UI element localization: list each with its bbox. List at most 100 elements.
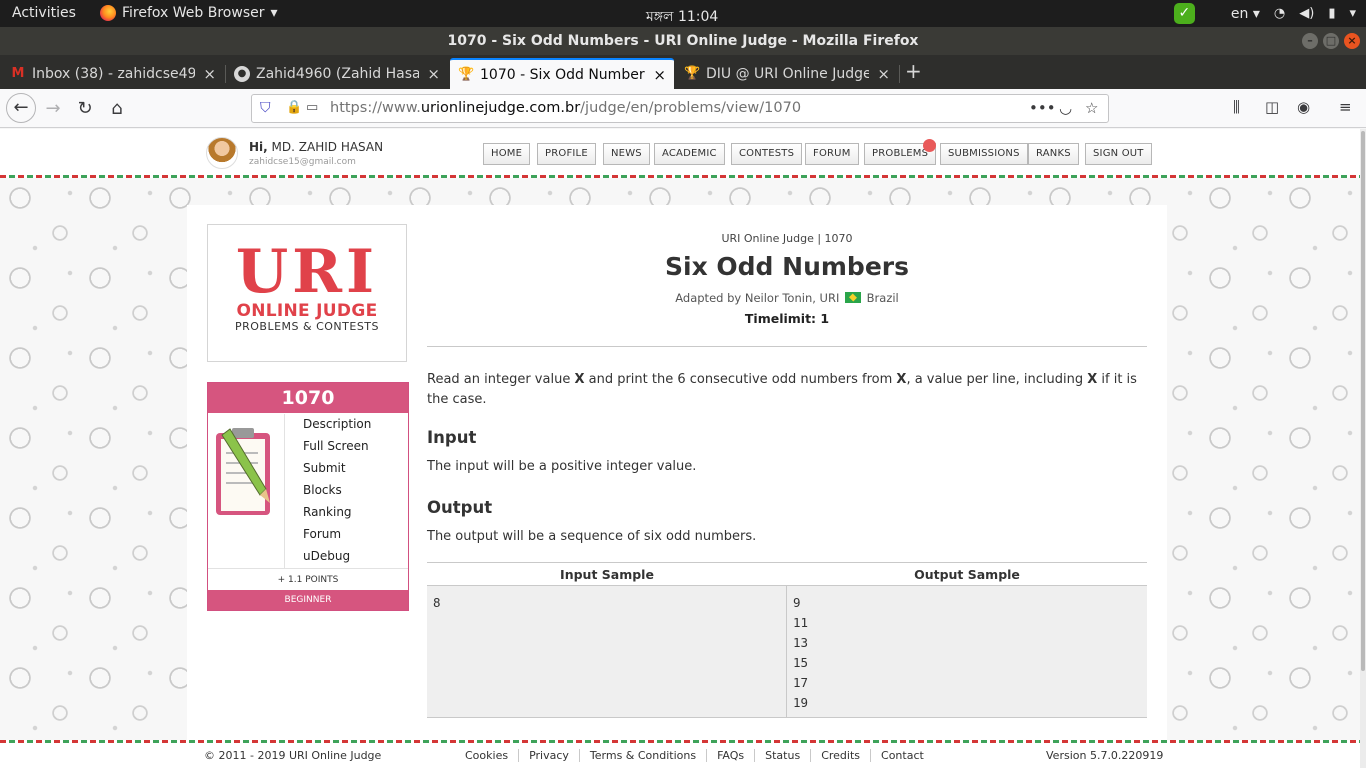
problem-description: Read an integer value X and print the 6 … <box>427 372 1137 407</box>
version-label: Version 5.7.0.220919 <box>1046 749 1164 762</box>
gmail-icon: M <box>11 65 25 81</box>
link-ranking[interactable]: Ranking <box>303 504 371 526</box>
brazil-flag-icon <box>845 292 861 303</box>
menu-home[interactable]: HOME <box>483 143 531 165</box>
forward-button[interactable]: → <box>40 96 66 122</box>
permissions-icon[interactable]: ▭ <box>306 100 318 115</box>
close-window-button[interactable]: × <box>1344 33 1360 49</box>
sidebar-icon[interactable]: ◫ <box>1265 98 1279 116</box>
notification-badge <box>923 139 936 152</box>
tab-gmail[interactable]: M Inbox (38) - zahidcse4960 × <box>2 58 224 89</box>
page-title: Six Odd Numbers <box>665 252 909 281</box>
reload-button[interactable]: ↻ <box>72 96 98 122</box>
app-menu-label: Firefox Web Browser <box>122 5 265 21</box>
footer-link-credits[interactable]: Credits <box>810 749 870 762</box>
menu-contests[interactable]: CONTESTS <box>731 143 803 165</box>
tab-label: 1070 - Six Odd Numbers <box>480 66 646 83</box>
output-sample-header: Output Sample <box>914 567 1020 582</box>
user-email: zahidcse15@gmail.com <box>249 157 356 167</box>
link-description[interactable]: Description <box>303 416 371 438</box>
system-top-bar: Activities Firefox Web Browser ▾ মঙ্গল 1… <box>0 0 1366 27</box>
close-icon[interactable]: × <box>427 65 440 83</box>
footer-link-terms[interactable]: Terms & Conditions <box>578 749 706 762</box>
menu-forum[interactable]: FORUM <box>805 143 859 165</box>
menu-submissions[interactable]: SUBMISSIONS <box>940 143 1028 165</box>
footer-link-faqs[interactable]: FAQs <box>706 749 754 762</box>
clipboard-pencil-icon <box>216 428 270 515</box>
url-path: /judge/en/problems/view/1070 <box>580 100 802 116</box>
footer-link-cookies[interactable]: Cookies <box>465 749 518 762</box>
link-forum[interactable]: Forum <box>303 526 371 548</box>
footer-link-contact[interactable]: Contact <box>870 749 934 762</box>
uri-logo[interactable]: URI ONLINE JUDGE PROBLEMS & CONTESTS <box>207 224 407 362</box>
url-text[interactable]: https://www.urionlinejudge.com.br/judge/… <box>330 100 801 116</box>
activities-button[interactable]: Activities <box>12 5 76 21</box>
library-icon[interactable]: ⫼ <box>1233 98 1240 116</box>
author-line: Adapted by Neilor Tonin, URI Brazil <box>427 291 1147 305</box>
app-menu[interactable]: Firefox Web Browser ▾ <box>100 5 278 21</box>
tracking-shield-icon[interactable]: ⛉ <box>260 100 271 116</box>
menu-academic[interactable]: ACADEMIC <box>654 143 725 165</box>
logo-online-judge-text: ONLINE JUDGE <box>236 301 378 321</box>
link-udebug[interactable]: uDebug <box>303 548 371 570</box>
input-sample: 8 <box>433 595 441 610</box>
window-title: 1070 - Six Odd Numbers - URI Online Judg… <box>447 33 919 49</box>
page-actions-icon[interactable]: ••• <box>1029 99 1056 117</box>
menu-ranks[interactable]: RANKS <box>1028 143 1079 165</box>
footer-link-status[interactable]: Status <box>754 749 810 762</box>
maximize-button[interactable]: □ <box>1323 33 1339 49</box>
chevron-down-icon: ▾ <box>1349 6 1356 21</box>
trophy-icon: 🏆 <box>684 65 701 81</box>
hamburger-menu-icon[interactable]: ≡ <box>1339 98 1352 116</box>
window-title-bar: 1070 - Six Odd Numbers - URI Online Judg… <box>0 27 1366 55</box>
pocket-icon[interactable]: ◡ <box>1059 99 1072 117</box>
page-scrollbar[interactable] <box>1360 129 1366 768</box>
menu-sign-out[interactable]: SIGN OUT <box>1085 143 1152 165</box>
tab-problem[interactable]: 🏆 1070 - Six Odd Numbers × <box>450 58 674 89</box>
output-sample: 9 11 13 15 17 19 <box>793 595 809 710</box>
close-icon[interactable]: × <box>877 65 890 83</box>
breadcrumb: URI Online Judge | 1070 <box>721 232 853 245</box>
menu-news[interactable]: NEWS <box>603 143 650 165</box>
output-description: The output will be a sequence of six odd… <box>427 529 757 544</box>
tab-diu[interactable]: 🏆 DIU @ URI Online Judge × <box>676 58 898 89</box>
clock[interactable]: মঙ্গল 11:04 <box>646 5 718 29</box>
link-submit[interactable]: Submit <box>303 460 371 482</box>
trophy-icon: 🏆 <box>458 66 475 82</box>
site-header: Hi, MD. ZAHID HASAN zahidcse15@gmail.com… <box>0 129 1360 176</box>
language-indicator[interactable]: en ▾ <box>1231 6 1260 22</box>
bookmark-star-icon[interactable]: ☆ <box>1085 99 1098 117</box>
tab-label: Inbox (38) - zahidcse4960 <box>32 65 196 82</box>
update-check-icon[interactable]: ✓ <box>1173 3 1195 24</box>
lock-icon[interactable]: 🔒 <box>286 100 302 115</box>
problem-level: BEGINNER <box>208 590 408 610</box>
greeting-label: Hi, <box>249 140 268 154</box>
user-name[interactable]: MD. ZAHID HASAN <box>272 140 384 154</box>
wifi-icon: ◔ <box>1273 6 1286 21</box>
new-tab-button[interactable]: + <box>905 59 922 83</box>
link-full-screen[interactable]: Full Screen <box>303 438 371 460</box>
home-button[interactable]: ⌂ <box>104 96 130 122</box>
url-bar[interactable]: ⛉ 🔒 ▭ https://www.urionlinejudge.com.br/… <box>251 94 1109 123</box>
tab-github[interactable]: ● Zahid4960 (Zahid Hasan) × <box>226 58 448 89</box>
url-domain: urionlinejudge.com.br <box>420 100 581 116</box>
menu-profile[interactable]: PROFILE <box>537 143 596 165</box>
back-button[interactable]: ← <box>6 93 36 123</box>
avatar[interactable] <box>206 137 238 169</box>
tab-strip: M Inbox (38) - zahidcse4960 × ● Zahid496… <box>0 55 1366 89</box>
link-blocks[interactable]: Blocks <box>303 482 371 504</box>
web-page: Hi, MD. ZAHID HASAN zahidcse15@gmail.com… <box>0 129 1360 768</box>
close-icon[interactable]: × <box>203 65 216 83</box>
system-tray[interactable]: ✓ en ▾ ◔ ◀) ▮ ▾ <box>1173 3 1356 24</box>
footer-link-privacy[interactable]: Privacy <box>518 749 579 762</box>
tab-label: Zahid4960 (Zahid Hasan) <box>256 65 420 82</box>
account-icon[interactable]: ◉ <box>1297 98 1310 116</box>
problem-links: Description Full Screen Submit Blocks Ra… <box>303 416 371 570</box>
input-description: The input will be a positive integer val… <box>427 459 697 474</box>
tab-label: DIU @ URI Online Judge <box>706 65 870 82</box>
close-icon[interactable]: × <box>653 66 666 84</box>
minimize-button[interactable]: – <box>1302 33 1318 49</box>
output-heading: Output <box>427 498 493 517</box>
author-text: Adapted by Neilor Tonin, URI <box>675 291 840 305</box>
user-greeting: Hi, MD. ZAHID HASAN <box>249 140 383 154</box>
